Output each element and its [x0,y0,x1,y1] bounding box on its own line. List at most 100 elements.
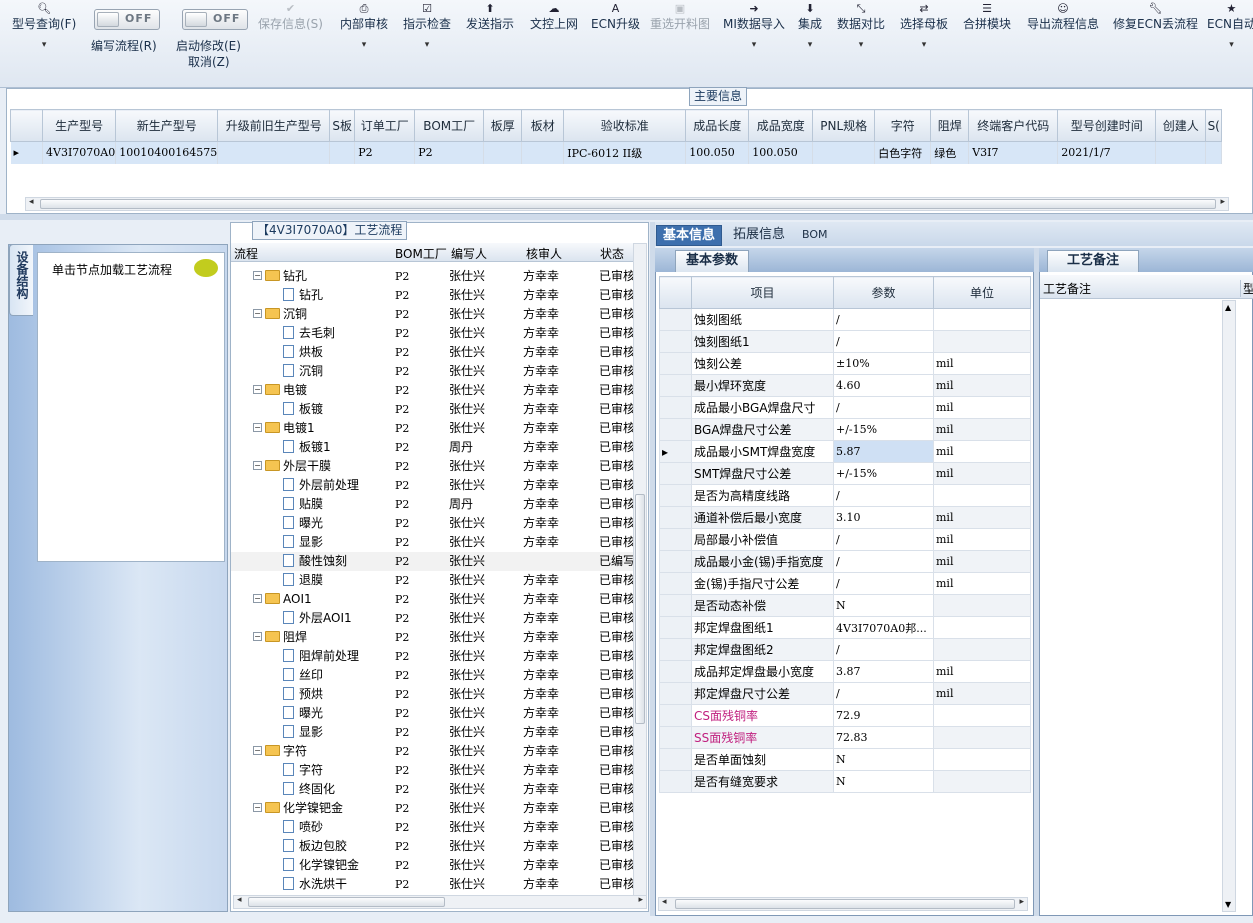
tree-step-row[interactable]: 板镀 P2 张仕兴 方幸幸 已审核 [231,400,635,419]
vertical-splitter[interactable] [650,222,655,916]
row-indicator[interactable] [659,726,692,749]
image-button[interactable]: ▣ 重选开料图 [650,2,710,32]
col-reviewer[interactable]: 核审人 [526,245,562,262]
scroll-left-icon[interactable]: ◂ [29,197,34,207]
param-value[interactable]: +/-15% [833,462,934,485]
tree-group-row[interactable]: − 外层干膜 P2 张仕兴 方幸幸 已审核 [231,457,635,476]
chevron-down-icon[interactable]: ▾ [340,38,388,52]
main-info-hscrollbar[interactable]: ◂ ▸ [25,197,1229,211]
main-col-16[interactable]: 创建人 [1155,109,1207,142]
tab-basic-params[interactable]: 基本参数 [675,250,750,272]
param-row[interactable]: SS面残铜率 72.83 [659,726,1031,749]
cancel-label[interactable]: 取消(Z) [188,53,230,70]
row-indicator[interactable] [659,748,692,771]
tab-extended-info[interactable]: 拓展信息 [727,225,791,246]
main-cell-2[interactable] [217,141,331,164]
tree-step-row[interactable]: 去毛刺 P2 张仕兴 方幸幸 已审核 [231,324,635,343]
main-cell-11[interactable] [812,141,876,164]
scroll-thumb[interactable] [40,199,1216,209]
row-indicator[interactable] [659,704,692,727]
param-value[interactable]: 3.10 [833,506,934,529]
param-value[interactable]: 3.87 [833,660,934,683]
main-cell-5[interactable]: P2 [414,141,485,164]
chevron-down-icon[interactable]: ▾ [798,38,822,52]
search-button[interactable]: 🔍︎ 型号查询(F) ▾ [12,2,76,52]
tree-group-row[interactable]: − 阻焊 P2 张仕兴 方幸幸 已审核 [231,628,635,647]
param-row[interactable]: 邦定焊盘尺寸公差 / mil [659,682,1031,705]
row-indicator[interactable] [659,330,692,353]
tree-step-row[interactable]: 显影 P2 张仕兴 方幸幸 已审核 [231,533,635,552]
row-indicator[interactable] [659,462,692,485]
param-row[interactable]: SMT焊盘尺寸公差 +/-15% mil [659,462,1031,485]
param-value[interactable]: / [833,638,934,661]
scroll-thumb[interactable] [635,494,645,724]
row-indicator[interactable] [659,638,692,661]
param-row[interactable]: ▸ 成品最小SMT焊盘宽度 5.87 mil [659,440,1031,463]
print-button[interactable]: ⎙ 内部审核 ▾ [340,2,388,52]
col-bom-factory[interactable]: BOM工厂 [395,245,447,262]
main-cell-0[interactable]: 4V3I7070A0 [42,141,117,164]
star-button[interactable]: ★ ECN自动 ▾ [1207,2,1253,52]
main-cell-3[interactable] [329,141,356,164]
param-row[interactable]: 成品邦定焊盘最小宽度 3.87 mil [659,660,1031,683]
row-indicator[interactable] [659,352,692,375]
param-row[interactable]: 邦定焊盘图纸2/ [659,638,1031,661]
tree-step-row[interactable]: 阻焊前处理 P2 张仕兴 方幸幸 已审核 [231,647,635,666]
tree-group-row[interactable]: − 化学镍钯金 P2 张仕兴 方幸幸 已审核 [231,799,635,818]
collapse-icon[interactable]: − [253,746,262,755]
collapse-icon[interactable]: − [253,309,262,318]
cloud-upload-button[interactable]: ☁ 文控上网 [530,2,578,32]
main-col-9[interactable]: 成品长度 [685,109,750,142]
tree-step-row[interactable]: 喷砂 P2 张仕兴 方幸幸 已审核 [231,818,635,837]
tree-step-row[interactable]: 板镀1 P2 周丹 方幸幸 已审核 [231,438,635,457]
scroll-right-icon[interactable]: ▸ [1220,197,1225,207]
tree-step-row[interactable]: 水洗烘干 P2 张仕兴 方幸幸 已审核 [231,875,635,894]
scroll-right-icon[interactable]: ▸ [1019,897,1024,907]
main-col-15[interactable]: 型号创建时间 [1057,109,1157,142]
main-cell-10[interactable]: 100.050 [748,141,814,164]
row-indicator[interactable] [659,682,692,705]
collapse-icon[interactable]: − [253,271,262,280]
scroll-thumb[interactable] [675,899,1015,909]
tree-step-row[interactable]: 字符 P2 张仕兴 方幸幸 已审核 [231,761,635,780]
row-indicator[interactable] [659,484,692,507]
param-value[interactable]: N [833,594,934,617]
param-value[interactable]: 4V3I7070A0邦... [833,616,934,639]
col-unit[interactable]: 单位 [933,276,1031,309]
row-indicator[interactable]: ▸ [10,141,43,164]
scroll-right-icon[interactable]: ▸ [638,895,643,905]
shuffle-button[interactable]: ⇄ 选择母板 ▾ [900,2,948,52]
main-cell-17[interactable] [1205,141,1223,164]
col-type[interactable]: 型 [1240,280,1253,297]
collapse-icon[interactable]: − [253,594,262,603]
collapse-icon[interactable]: − [253,423,262,432]
tree-group-row[interactable]: − 字符 P2 张仕兴 方幸幸 已审核 [231,742,635,761]
param-row[interactable]: 邦定焊盘图纸1 4V3I7070A0邦... [659,616,1031,639]
main-cell-9[interactable]: 100.050 [685,141,750,164]
param-value[interactable]: 72.83 [833,726,934,749]
start-edit-toggle[interactable]: OFF [182,9,248,30]
param-row[interactable]: 金(锡)手指尺寸公差 / mil [659,572,1031,595]
main-cell-4[interactable]: P2 [354,141,416,164]
main-col-12[interactable]: 字符 [874,109,932,142]
param-value[interactable]: ±10% [833,352,934,375]
param-value[interactable]: / [833,572,934,595]
scroll-thumb[interactable] [248,897,445,907]
tree-step-row[interactable]: 预烘 P2 张仕兴 方幸幸 已审核 [231,685,635,704]
param-row[interactable]: 通道补偿后最小宽度 3.10 mil [659,506,1031,529]
param-value[interactable]: 72.9 [833,704,934,727]
param-row[interactable]: 是否单面蚀刻 N [659,748,1031,771]
param-value[interactable]: N [833,770,934,793]
main-col-14[interactable]: 终端客户代码 [968,109,1059,142]
param-row[interactable]: 是否有缝宽要求 N [659,770,1031,793]
tree-step-row[interactable]: 终固化 P2 张仕兴 方幸幸 已审核 [231,780,635,799]
download-button[interactable]: ⬇ 集成 ▾ [798,2,822,52]
main-cell-15[interactable]: 2021/1/7 [1057,141,1157,164]
tree-group-row[interactable]: − 沉铜 P2 张仕兴 方幸幸 已审核 [231,305,635,324]
check-button[interactable]: ☑ 指示检查 ▾ [403,2,451,52]
upload-button[interactable]: ⬆ 发送指示 [466,2,514,32]
param-value[interactable]: +/-15% [833,418,934,441]
compress-button[interactable]: ⤡ 数据对比 ▾ [837,2,885,52]
tab-basic-info[interactable]: 基本信息 [656,225,723,246]
row-indicator[interactable] [659,550,692,573]
